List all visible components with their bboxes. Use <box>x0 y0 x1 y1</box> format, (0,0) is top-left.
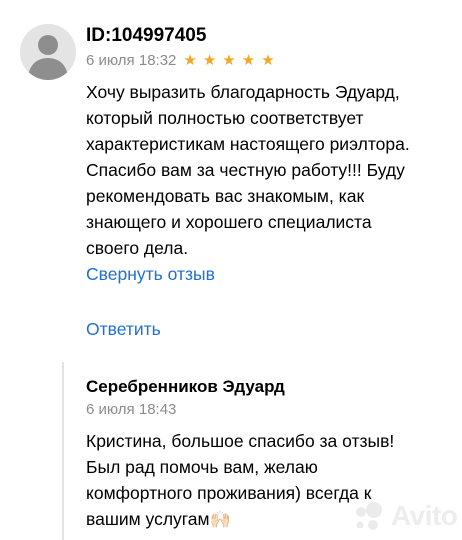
review-author-id: ID:104997405 <box>86 25 207 46</box>
star-icon: ★ <box>222 52 236 69</box>
reply-date: 6 июля 18:43 <box>86 401 177 418</box>
review-meta: 6 июля 18:32 ★ ★ ★ ★ ★ <box>86 50 281 72</box>
avito-watermark: Avito <box>352 500 458 532</box>
reply-divider <box>62 362 64 540</box>
reply-text-line: Был рад помочь вам, желаю <box>86 454 458 480</box>
avito-logo-icon <box>356 502 382 530</box>
review-text-line: Хочу выразить благодарность Эдуард, <box>86 82 400 102</box>
review-date: 6 июля 18:32 <box>86 52 177 69</box>
review-text-line: своего дела. <box>86 238 189 258</box>
reply-author: Серебренников Эдуард <box>86 377 285 396</box>
reply-text-segment: комфортного проживания) всегда к <box>86 483 372 503</box>
rating-stars: ★ ★ ★ ★ ★ <box>183 51 280 71</box>
review-text-line: который полностью соответствует <box>86 108 364 128</box>
review-text-line: знающего и хорошего специалиста <box>86 212 372 232</box>
review-text-line: характеристикам настоящего риэлтора. <box>86 134 410 154</box>
star-icon: ★ <box>202 52 217 69</box>
avito-logo-text: Avito <box>391 500 458 531</box>
star-icon: ★ <box>241 52 256 69</box>
raised-hands-emoji-icon: 🙌🏻 <box>209 510 231 530</box>
user-silhouette-icon <box>20 24 76 80</box>
review-text: Хочу выразить благодарность Эдуард, котор… <box>86 79 458 261</box>
avatar[interactable] <box>20 24 76 80</box>
star-icon: ★ <box>183 52 197 69</box>
review-card: ID:104997405 6 июля 18:32 ★ ★ ★ ★ ★ Хочу выр… <box>0 0 462 540</box>
reply-text-segment: Был рад помочь вам, желаю <box>86 457 318 477</box>
collapse-review-link[interactable]: Свернуть отзыв <box>86 263 215 285</box>
review-text-line: рекомендовать вас знакомым, как <box>86 186 365 206</box>
reply-text-segment: Кристина, большое спасибо за отзыв! <box>86 431 395 451</box>
reply-text-segment: вашим услугам <box>86 509 210 529</box>
reply-text-line: Кристина, большое спасибо за отзыв! <box>86 428 458 454</box>
star-icon: ★ <box>261 52 275 69</box>
reply-link[interactable]: Ответить <box>86 318 161 340</box>
review-text-line: Спасибо вам за честную работу!!! Буду <box>86 160 405 180</box>
